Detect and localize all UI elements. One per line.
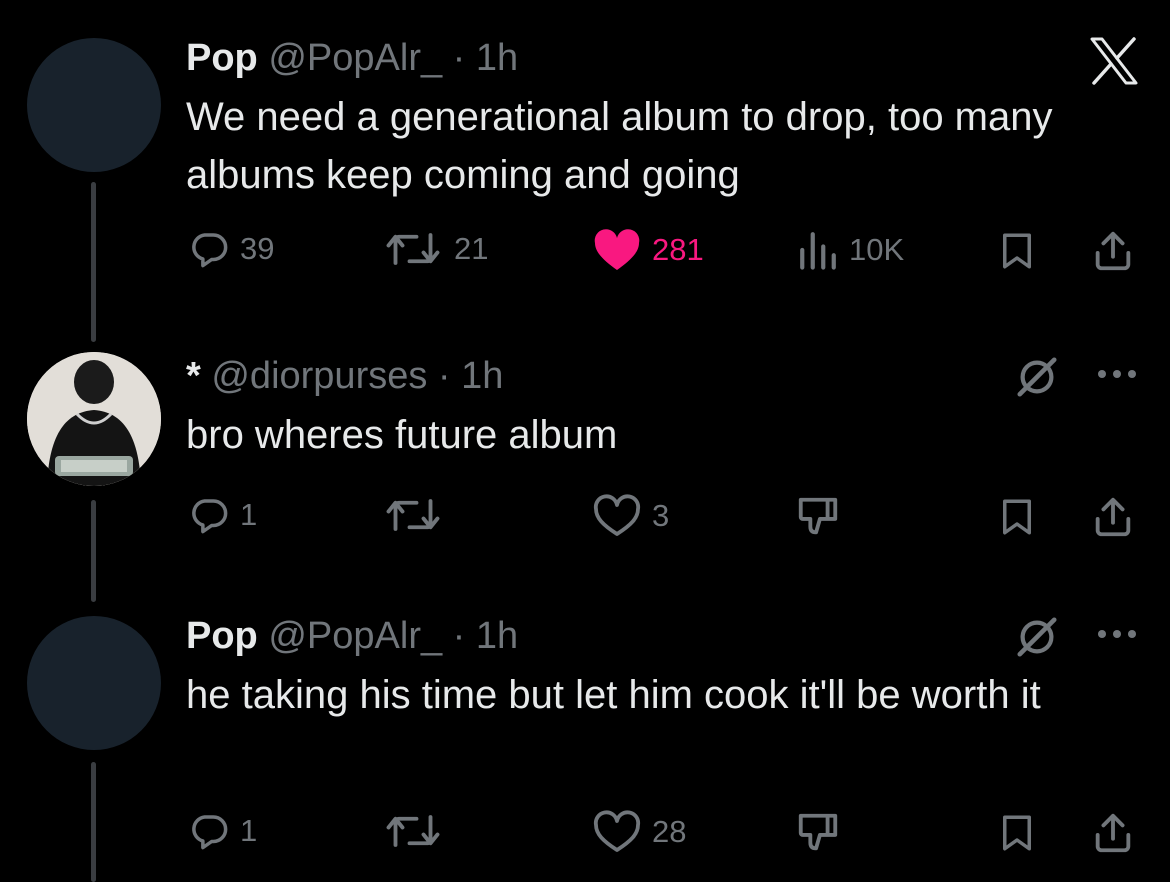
more-dots-icon[interactable] xyxy=(1094,364,1140,384)
views-button[interactable]: 10K xyxy=(797,228,904,272)
like-count: 28 xyxy=(652,814,687,849)
like-button[interactable]: 3 xyxy=(592,494,669,538)
reply-count: 1 xyxy=(240,813,258,848)
avatar[interactable] xyxy=(27,616,161,750)
thread-line xyxy=(91,762,96,882)
more-dots-icon[interactable] xyxy=(1094,624,1140,644)
like-button[interactable]: 281 xyxy=(592,228,704,272)
share-icon[interactable] xyxy=(1090,228,1136,274)
reply-button[interactable]: 39 xyxy=(188,228,274,270)
grok-slash-icon[interactable] xyxy=(1014,614,1060,660)
separator-dot: · xyxy=(437,355,451,397)
repost-button[interactable] xyxy=(382,494,454,536)
bookmark-icon[interactable] xyxy=(996,812,1038,854)
reply-count: 1 xyxy=(240,497,258,532)
user-handle[interactable]: @PopAlr_ xyxy=(268,37,442,79)
repost-button[interactable]: 21 xyxy=(382,228,488,270)
tweet-header: Pop @PopAlr_ · 1h xyxy=(186,614,518,658)
avatar[interactable] xyxy=(27,38,161,172)
downvote-icon[interactable] xyxy=(795,494,841,540)
x-logo-icon[interactable] xyxy=(1088,36,1140,86)
like-count: 281 xyxy=(652,232,704,267)
bookmark-icon[interactable] xyxy=(996,230,1038,272)
like-button[interactable]: 28 xyxy=(592,810,686,854)
thread-line xyxy=(91,182,96,342)
reply-button[interactable]: 1 xyxy=(188,494,257,536)
share-icon[interactable] xyxy=(1090,810,1136,856)
like-count: 3 xyxy=(652,498,670,533)
reply-button[interactable]: 1 xyxy=(188,810,257,852)
grok-slash-icon[interactable] xyxy=(1014,354,1060,400)
timestamp[interactable]: 1h xyxy=(476,37,518,79)
reply-bubble-icon xyxy=(192,815,228,850)
repost-count: 21 xyxy=(454,231,489,266)
timestamp[interactable]: 1h xyxy=(461,355,503,397)
separator-dot: · xyxy=(452,37,466,79)
repost-button[interactable] xyxy=(382,810,454,852)
views-chart-icon xyxy=(800,232,836,270)
user-handle[interactable]: @diorpurses xyxy=(211,355,427,397)
avatar-photo xyxy=(27,352,161,486)
tweet-header: Pop @PopAlr_ · 1h xyxy=(186,36,518,80)
separator-dot: · xyxy=(452,615,466,657)
views-count: 10K xyxy=(849,232,905,267)
avatar[interactable] xyxy=(27,352,161,486)
repost-icon xyxy=(386,499,440,531)
timestamp[interactable]: 1h xyxy=(476,615,518,657)
downvote-icon[interactable] xyxy=(795,810,841,856)
tweet-text: he taking his time but let him cook it'l… xyxy=(186,673,1041,717)
repost-icon xyxy=(386,815,440,847)
bookmark-icon[interactable] xyxy=(996,496,1038,538)
reply-bubble-icon xyxy=(192,233,228,268)
display-name[interactable]: * xyxy=(186,355,201,397)
reply-bubble-icon xyxy=(192,499,228,534)
repost-icon xyxy=(386,233,440,265)
heart-icon xyxy=(593,810,641,852)
user-handle[interactable]: @PopAlr_ xyxy=(268,615,442,657)
display-name[interactable]: Pop xyxy=(186,615,258,657)
tweet-text: bro wheres future album xyxy=(186,413,618,457)
heart-icon xyxy=(594,229,640,270)
tweet-text: We need a generational album to drop, to… xyxy=(186,95,1053,197)
thread-line xyxy=(91,500,96,602)
tweet-header: * @diorpurses · 1h xyxy=(186,354,503,398)
reply-count: 39 xyxy=(240,231,275,266)
heart-icon xyxy=(593,494,641,536)
share-icon[interactable] xyxy=(1090,494,1136,540)
display-name[interactable]: Pop xyxy=(186,37,258,79)
